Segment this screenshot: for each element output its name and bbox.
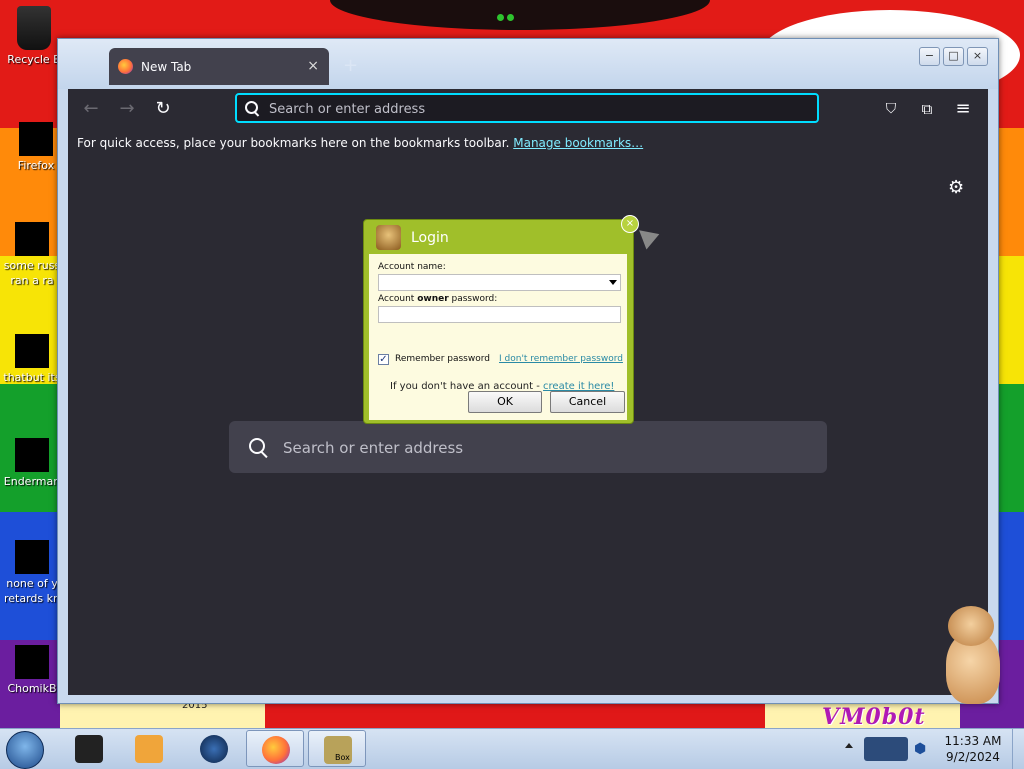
show-desktop-button[interactable] xyxy=(1012,729,1024,769)
minimize-button[interactable]: − xyxy=(919,47,940,66)
search-icon xyxy=(249,438,268,459)
menu-icon[interactable]: ≡ xyxy=(951,97,975,121)
ok-button[interactable]: OK xyxy=(468,391,542,413)
maximize-button[interactable]: □ xyxy=(943,47,964,66)
wallpaper-text: VM0b0t xyxy=(822,704,926,730)
tray-expand-icon[interactable] xyxy=(845,743,853,748)
taskbar-item-globe[interactable] xyxy=(185,730,243,767)
content-search-input[interactable] xyxy=(281,435,805,461)
new-tab-button[interactable]: + xyxy=(343,55,358,76)
desktop-icon-label: ChomikB xyxy=(7,682,57,695)
firefox-icon xyxy=(19,122,53,156)
desktop-icon-label: some russ ran a ra xyxy=(3,259,61,287)
remember-password-checkbox[interactable]: ✓ xyxy=(378,354,389,365)
tab-title: New Tab xyxy=(141,59,192,74)
login-dialog: Login × Account name: Account owner pass… xyxy=(363,215,639,424)
vm-icon xyxy=(75,735,103,763)
taskbar-item-media-player[interactable] xyxy=(120,730,178,767)
desktop-icon-label: none of y retards kn xyxy=(4,577,60,605)
firefox-icon xyxy=(118,59,133,74)
content-search-box[interactable] xyxy=(229,421,827,473)
taskbar-item-vm[interactable] xyxy=(60,730,118,767)
bookmarks-hint: For quick access, place your bookmarks h… xyxy=(77,136,510,150)
desktop-icon-file[interactable]: thatbut its xyxy=(0,334,64,385)
remember-password-label: Remember password xyxy=(395,354,490,364)
wallpaper-eyes xyxy=(497,6,527,21)
taskbar-item-firefox[interactable] xyxy=(246,730,304,767)
title-bar[interactable]: New Tab × + − □ × xyxy=(58,39,998,89)
desktop-icon-label: thatbut its xyxy=(3,371,61,384)
reload-button[interactable]: ↻ xyxy=(151,97,175,121)
taskbar: Box ⬢ 11:33 AM 9/2/2024 xyxy=(0,728,1024,769)
password-label: Account owner password: xyxy=(378,294,498,304)
login-body: Account name: Account owner password: ✓ … xyxy=(369,254,627,420)
desktop-icon-chomikbox[interactable]: ChomikB xyxy=(0,645,64,696)
password-field[interactable] xyxy=(378,306,621,323)
forgot-password-link[interactable]: I don't remember password xyxy=(499,354,623,364)
forward-button[interactable]: → xyxy=(115,97,139,121)
chomikbox-icon xyxy=(15,645,49,679)
close-icon[interactable]: × xyxy=(621,215,639,233)
gear-icon[interactable]: ⚙ xyxy=(948,179,966,197)
hamster-logo-icon xyxy=(376,225,401,250)
globe-icon xyxy=(200,735,228,763)
chevron-down-icon[interactable] xyxy=(609,280,617,285)
bookmarks-toolbar: For quick access, place your bookmarks h… xyxy=(68,129,988,158)
desktop-icon-file[interactable]: some russ ran a ra xyxy=(0,222,64,288)
file-icon xyxy=(15,222,49,256)
close-button[interactable]: × xyxy=(967,47,988,66)
clock[interactable]: 11:33 AM 9/2/2024 xyxy=(938,733,1008,765)
program-icon xyxy=(15,438,49,472)
login-header[interactable]: Login xyxy=(364,220,633,254)
cancel-button[interactable]: Cancel xyxy=(550,391,625,413)
extensions-icon[interactable]: ⧉ xyxy=(915,97,939,121)
tray-app-icon[interactable] xyxy=(864,737,908,761)
desktop-icon-file[interactable]: none of y retards kn xyxy=(0,540,64,606)
search-icon xyxy=(245,101,260,117)
navigation-toolbar: ← → ↻ ⛉ ⧉ ≡ xyxy=(68,89,988,129)
back-button[interactable]: ← xyxy=(79,97,103,121)
address-input[interactable] xyxy=(267,99,811,119)
desktop-icon-enderman[interactable]: Enderman xyxy=(0,438,64,489)
start-button[interactable] xyxy=(6,731,44,769)
clock-date: 9/2/2024 xyxy=(946,750,1000,764)
hamster-mascot xyxy=(942,606,1004,706)
account-name-label: Account name: xyxy=(378,262,446,272)
taskbar-item-label: Box xyxy=(335,753,350,762)
firefox-icon xyxy=(262,736,290,764)
manage-bookmarks-link[interactable]: Manage bookmarks… xyxy=(513,136,643,150)
login-title: Login xyxy=(411,230,449,246)
recycle-bin-icon xyxy=(17,6,51,50)
tab-new-tab[interactable]: New Tab × xyxy=(109,48,329,85)
clock-time: 11:33 AM xyxy=(944,734,1002,748)
taskbar-item-chomikbox[interactable]: Box xyxy=(308,730,366,767)
account-name-combobox[interactable] xyxy=(378,274,621,291)
media-player-icon xyxy=(135,735,163,763)
file-icon xyxy=(15,334,49,368)
file-icon xyxy=(15,540,49,574)
network-icon[interactable]: ⬢ xyxy=(914,741,926,757)
tab-close-button[interactable]: × xyxy=(307,58,319,74)
pocket-icon[interactable]: ⛉ xyxy=(879,97,903,121)
address-bar[interactable] xyxy=(235,93,819,123)
desktop-icon-label: Enderman xyxy=(3,475,61,488)
